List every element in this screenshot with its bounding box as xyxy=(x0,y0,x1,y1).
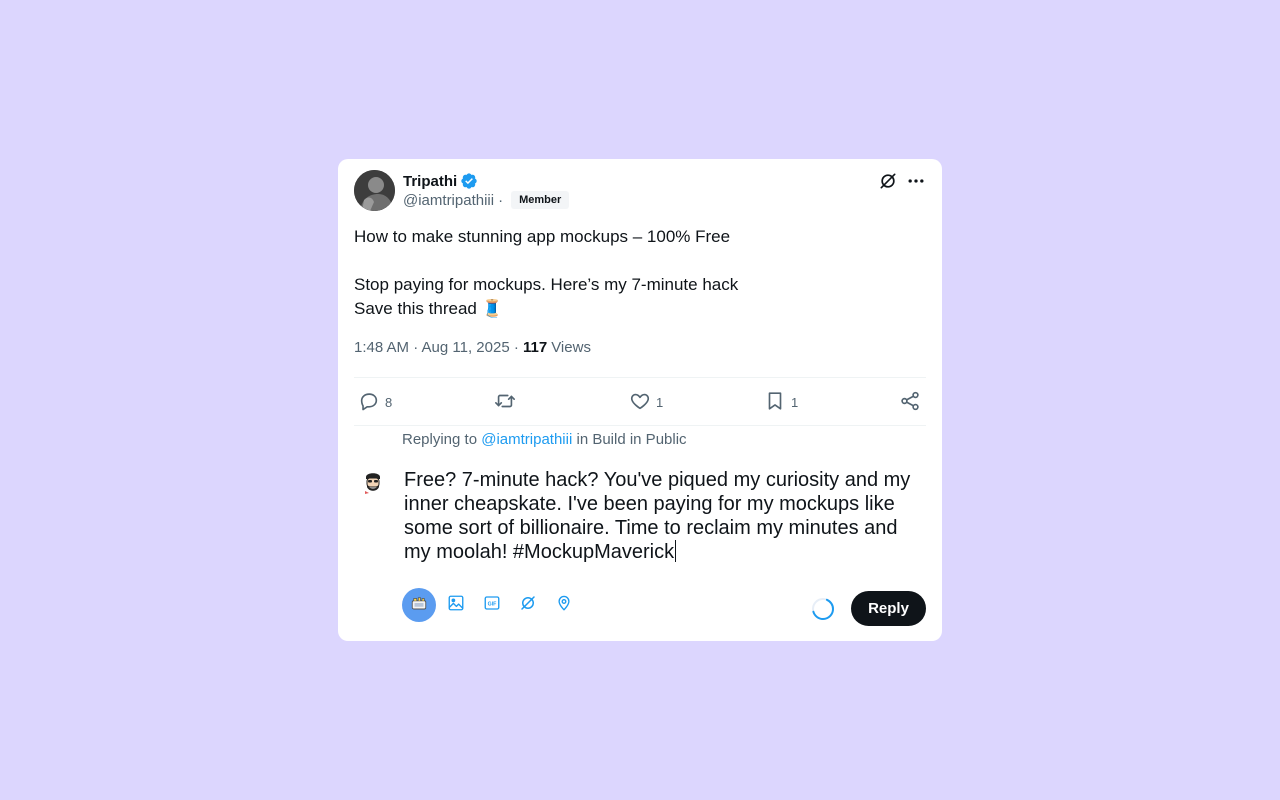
replying-handle-link[interactable]: @iamtripathiii xyxy=(481,431,572,448)
bookmark-count: 1 xyxy=(791,394,799,410)
replying-to: Replying to @iamtripathiii in Build in P… xyxy=(402,431,687,448)
views-count: 117 xyxy=(523,339,548,356)
author-handle-row: @iamtripathiii · Member xyxy=(403,190,570,210)
character-count-ring xyxy=(810,596,836,622)
reply-icon xyxy=(358,390,380,415)
reply-draft-text: Free? 7-minute hack? You've piqued my cu… xyxy=(404,469,911,563)
location-button[interactable] xyxy=(546,587,582,623)
gif-button[interactable]: GIF xyxy=(474,587,510,623)
like-icon xyxy=(629,390,651,415)
reply-count: 8 xyxy=(385,394,393,410)
tweet-text: How to make stunning app mockups – 100% … xyxy=(354,225,924,321)
divider xyxy=(354,377,926,378)
thread-emoji: 🧵 xyxy=(481,299,503,318)
share-button[interactable] xyxy=(899,388,921,416)
tweet-text-line: Save this thread 🧵 xyxy=(354,299,503,318)
svg-text:GIF: GIF xyxy=(488,601,498,607)
grok-button[interactable] xyxy=(510,587,546,623)
compose-toolbar: GIF xyxy=(402,587,582,623)
grok-icon xyxy=(519,594,537,617)
reply-button[interactable]: 8 xyxy=(358,388,392,416)
community-name[interactable]: in Build in Public xyxy=(572,431,686,448)
like-button[interactable]: 1 xyxy=(629,388,663,416)
gif-icon: GIF xyxy=(483,594,501,617)
replying-prefix: Replying to xyxy=(402,431,482,448)
text-caret xyxy=(675,540,677,562)
tweet-timestamp[interactable]: 1:48 AM · Aug 11, 2025 · xyxy=(354,339,523,356)
member-badge[interactable]: Member xyxy=(511,191,570,209)
image-button[interactable] xyxy=(438,587,474,623)
divider xyxy=(354,425,926,426)
image-icon xyxy=(447,594,465,617)
more-icon[interactable] xyxy=(906,171,926,191)
tweet-actions: 8 1 1 xyxy=(354,388,926,416)
reply-submit-button[interactable]: Reply xyxy=(851,591,926,626)
verified-badge-icon xyxy=(460,172,478,190)
bookmark-button[interactable]: 1 xyxy=(764,388,798,416)
author-avatar[interactable] xyxy=(354,170,395,211)
share-icon xyxy=(899,390,921,415)
retweet-icon xyxy=(493,390,517,415)
tweet-text-line: Stop paying for mockups. Here’s my 7-min… xyxy=(354,275,739,294)
tweet-meta: 1:48 AM · Aug 11, 2025 · 117 Views xyxy=(354,339,591,356)
retweet-button[interactable] xyxy=(493,388,522,416)
reply-compose-input[interactable]: Free? 7-minute hack? You've piqued my cu… xyxy=(404,468,928,564)
author-display-name[interactable]: Tripathi xyxy=(403,173,457,190)
ai-assist-icon xyxy=(410,594,428,617)
location-icon xyxy=(555,594,573,617)
tweet-card: Tripathi @iamtripathiii · Member How to … xyxy=(338,159,942,641)
author-name-row: Tripathi xyxy=(403,171,478,191)
author-handle[interactable]: @iamtripathiii xyxy=(403,192,494,209)
separator-dot: · xyxy=(498,191,504,209)
grok-icon[interactable] xyxy=(878,171,898,191)
ai-assist-button[interactable] xyxy=(402,588,436,622)
views-label: Views xyxy=(551,339,591,356)
like-count: 1 xyxy=(656,394,664,410)
tweet-top-actions xyxy=(878,171,926,191)
user-avatar[interactable] xyxy=(360,469,386,495)
bookmark-icon xyxy=(764,390,786,415)
tweet-text-line: How to make stunning app mockups – 100% … xyxy=(354,227,731,246)
